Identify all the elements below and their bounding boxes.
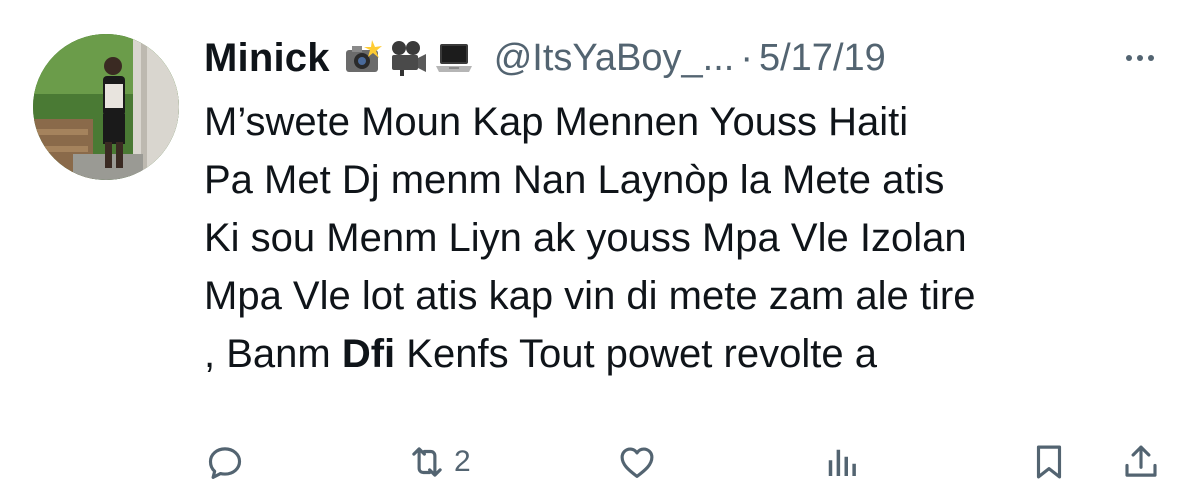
more-options-icon[interactable] [1120, 38, 1160, 78]
tweet-header: Minick @ItsYaBoy_... · 5/17/19 [204, 34, 1164, 82]
bookmark-icon [1036, 445, 1062, 479]
tweet-text-segment: Kenfs Tout powet revolte a [395, 332, 877, 376]
display-name[interactable]: Minick [204, 36, 330, 81]
separator-dot: · [740, 36, 753, 79]
reply-icon [208, 447, 242, 479]
views-icon [828, 449, 856, 476]
retweet-icon [412, 447, 442, 477]
tweet-text-line: Ki sou Menm Liyn ak youss Mpa Vle Izolan [204, 216, 967, 260]
name-emojis [342, 38, 474, 78]
tweet-text: M’swete Moun Kap Mennen Youss Haiti Pa M… [204, 93, 1184, 383]
retweet-count: 2 [454, 445, 471, 478]
tweet-actions: 2 [200, 440, 1170, 490]
tweet-text-line: Pa Met Dj menm Nan Laynòp la Mete atis [204, 158, 945, 202]
share-button[interactable] [1120, 440, 1162, 484]
reply-button[interactable] [204, 440, 246, 484]
laptop-icon [434, 38, 474, 78]
like-button[interactable] [616, 440, 658, 484]
avatar[interactable] [33, 34, 179, 180]
views-button[interactable] [820, 440, 862, 484]
avatar-image [33, 34, 179, 180]
tweet-text-line: Mpa Vle lot atis kap vin di mete zam ale… [204, 274, 976, 318]
tweet-date[interactable]: 5/17/19 [759, 37, 886, 80]
retweet-button[interactable]: 2 [406, 440, 471, 484]
tweet-text-segment: , Banm [204, 332, 342, 376]
share-icon [1125, 445, 1157, 477]
camera-flash-icon [342, 38, 382, 78]
heart-icon [620, 447, 654, 478]
tweet-text-bold: Dfi [341, 332, 396, 376]
tweet-text-line: M’swete Moun Kap Mennen Youss Haiti [204, 100, 909, 144]
bookmark-button[interactable] [1028, 440, 1070, 484]
user-handle[interactable]: @ItsYaBoy_... [494, 37, 735, 80]
movie-camera-icon [388, 38, 428, 78]
tweet-text-line: , Banm Dfi Kenfs Tout powet revolte a [204, 325, 1184, 383]
